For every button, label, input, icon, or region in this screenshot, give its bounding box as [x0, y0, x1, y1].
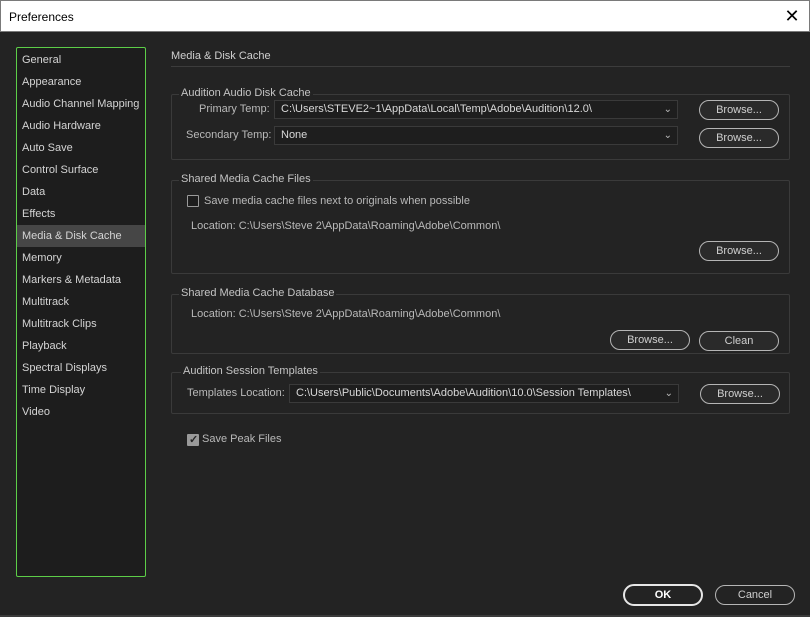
sidebar-item-spectral-displays[interactable]: Spectral Displays — [17, 357, 145, 379]
preferences-sidebar: General Appearance Audio Channel Mapping… — [16, 47, 146, 577]
save-peak-files-checkbox[interactable] — [187, 433, 199, 446]
secondary-temp-label: Secondary Temp: — [186, 129, 272, 141]
chevron-down-icon: ⌄ — [663, 104, 672, 115]
templates-location-label: Templates Location: — [187, 387, 285, 399]
save-peak-files-label[interactable]: Save Peak Files — [202, 433, 281, 445]
section-divider — [171, 66, 790, 67]
sidebar-item-multitrack-clips[interactable]: Multitrack Clips — [17, 313, 145, 335]
shared-db-browse-button[interactable]: Browse... — [610, 330, 690, 350]
primary-temp-value: C:\Users\STEVE2~1\AppData\Local\Temp\Ado… — [281, 103, 592, 115]
save-cache-next-to-originals-checkbox[interactable] — [187, 195, 199, 207]
sidebar-item-general[interactable]: General — [17, 49, 145, 71]
sidebar-item-audio-channel-mapping[interactable]: Audio Channel Mapping — [17, 93, 145, 115]
title-bar: Preferences ✕ — [0, 0, 810, 32]
sidebar-item-effects[interactable]: Effects — [17, 203, 145, 225]
section-title: Media & Disk Cache — [171, 50, 271, 62]
primary-temp-browse-button[interactable]: Browse... — [699, 100, 779, 120]
shared-db-legend: Shared Media Cache Database — [179, 287, 337, 299]
templates-location-select[interactable]: C:\Users\Public\Documents\Adobe\Audition… — [289, 384, 679, 403]
window-title: Preferences — [9, 10, 74, 24]
sidebar-item-control-surface[interactable]: Control Surface — [17, 159, 145, 181]
close-icon[interactable]: ✕ — [775, 1, 809, 31]
sidebar-item-appearance[interactable]: Appearance — [17, 71, 145, 93]
save-cache-next-to-originals-label[interactable]: Save media cache files next to originals… — [204, 195, 470, 207]
cancel-button[interactable]: Cancel — [715, 585, 795, 605]
sidebar-item-video[interactable]: Video — [17, 401, 145, 423]
sidebar-item-playback[interactable]: Playback — [17, 335, 145, 357]
shared-db-clean-button[interactable]: Clean — [699, 331, 779, 351]
sidebar-item-data[interactable]: Data — [17, 181, 145, 203]
primary-temp-label: Primary Temp: — [199, 103, 270, 115]
sidebar-item-markers-metadata[interactable]: Markers & Metadata — [17, 269, 145, 291]
shared-media-cache-database-group: Shared Media Cache Database Location: C:… — [171, 287, 790, 354]
disk-cache-legend: Audition Audio Disk Cache — [179, 87, 313, 99]
disk-cache-group: Audition Audio Disk Cache Primary Temp: … — [171, 87, 790, 160]
chevron-down-icon: ⌄ — [663, 130, 672, 141]
templates-location-value: C:\Users\Public\Documents\Adobe\Audition… — [296, 387, 631, 399]
templates-browse-button[interactable]: Browse... — [700, 384, 780, 404]
sidebar-item-memory[interactable]: Memory — [17, 247, 145, 269]
sidebar-item-time-display[interactable]: Time Display — [17, 379, 145, 401]
sidebar-item-media-disk-cache[interactable]: Media & Disk Cache — [17, 225, 145, 247]
sidebar-item-multitrack[interactable]: Multitrack — [17, 291, 145, 313]
shared-db-location: Location: C:\Users\Steve 2\AppData\Roami… — [191, 308, 501, 320]
session-templates-group: Audition Session Templates Templates Loc… — [171, 365, 790, 414]
shared-files-legend: Shared Media Cache Files — [179, 173, 313, 185]
secondary-temp-value: None — [281, 129, 308, 141]
secondary-temp-browse-button[interactable]: Browse... — [699, 128, 779, 148]
secondary-temp-select[interactable]: None ⌄ — [274, 126, 678, 145]
sidebar-item-audio-hardware[interactable]: Audio Hardware — [17, 115, 145, 137]
sidebar-item-auto-save[interactable]: Auto Save — [17, 137, 145, 159]
shared-media-cache-files-group: Shared Media Cache Files Save media cach… — [171, 173, 790, 274]
preferences-dialog: General Appearance Audio Channel Mapping… — [0, 32, 810, 617]
shared-files-browse-button[interactable]: Browse... — [699, 241, 779, 261]
shared-files-location: Location: C:\Users\Steve 2\AppData\Roami… — [191, 220, 501, 232]
ok-button[interactable]: OK — [623, 584, 703, 606]
primary-temp-select[interactable]: C:\Users\STEVE2~1\AppData\Local\Temp\Ado… — [274, 100, 678, 119]
chevron-down-icon: ⌄ — [664, 388, 673, 399]
session-templates-legend: Audition Session Templates — [181, 365, 320, 377]
